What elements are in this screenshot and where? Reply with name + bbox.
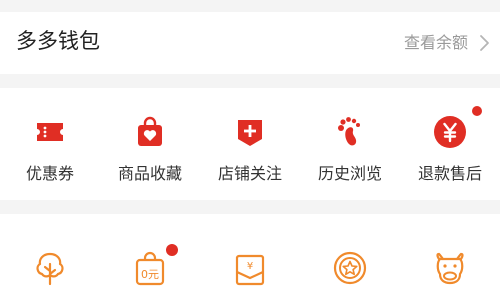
- shortcut-label: 优惠券: [25, 164, 74, 183]
- shortcut-panel: 优惠券 商品收藏 店铺关注 历史浏览 退款售后: [0, 88, 500, 200]
- chevron-right-icon: [480, 35, 489, 51]
- refund-yen-icon: [432, 114, 468, 150]
- notification-badge: [166, 244, 178, 256]
- star-coin-icon: [332, 250, 368, 286]
- service-yen-envelope[interactable]: ¥: [200, 214, 300, 300]
- footprint-icon: [332, 114, 368, 150]
- favorites-bag-icon: [132, 114, 168, 150]
- shortcut-favorites[interactable]: 商品收藏: [100, 88, 200, 200]
- service-star-coin[interactable]: [300, 214, 400, 300]
- tree-icon: [32, 250, 68, 286]
- view-balance-link[interactable]: 查看余额: [404, 32, 494, 54]
- cow-icon: [432, 250, 468, 286]
- store-follow-icon: [232, 114, 268, 150]
- service-tree[interactable]: [0, 214, 100, 300]
- service-zero-yuan[interactable]: 0元: [100, 214, 200, 300]
- coupon-icon: [32, 114, 68, 150]
- shortcut-coupons[interactable]: 优惠券: [0, 88, 100, 200]
- zero-yuan-text: 0元: [141, 268, 159, 281]
- shortcut-label: 退款售后: [417, 164, 482, 183]
- shortcut-label: 历史浏览: [317, 164, 382, 183]
- yen-envelope-icon: ¥: [232, 250, 268, 286]
- view-balance-label: 查看余额: [403, 33, 468, 52]
- shortcut-history[interactable]: 历史浏览: [300, 88, 400, 200]
- shortcut-store-follow[interactable]: 店铺关注: [200, 88, 482, 200]
- shortcut-refund[interactable]: 退款售后: [400, 88, 500, 200]
- shortcut-label: 商品收藏: [117, 164, 182, 183]
- zero-yuan-bag-icon: 0元: [132, 250, 168, 286]
- service-panel: 0元 ¥: [0, 214, 500, 300]
- shortcut-label: 店铺关注: [217, 164, 282, 183]
- wallet-row[interactable]: 多多钱包 查看余额: [0, 12, 500, 74]
- yen-text: ¥: [247, 261, 253, 272]
- service-cow[interactable]: [400, 214, 500, 300]
- personal-center-page: 多多钱包 查看余额 优惠券 商品收藏 店铺关注 历史浏览 退款售后 0元 ¥: [0, 0, 500, 300]
- wallet-title: 多多钱包: [16, 29, 100, 53]
